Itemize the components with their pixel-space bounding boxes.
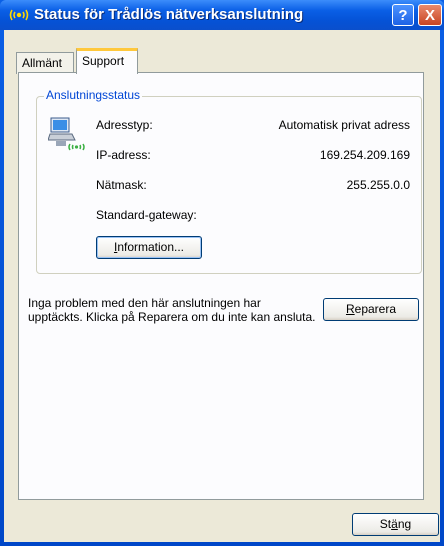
- wireless-network-icon: [9, 9, 29, 21]
- subnet-mask-label: Nätmask:: [96, 178, 147, 192]
- ip-address-value: 169.254.209.169: [319, 148, 410, 162]
- tab-general[interactable]: Allmänt: [16, 52, 74, 74]
- close-button[interactable]: Stäng: [352, 513, 439, 536]
- address-type-value: Automatisk privat adress: [278, 118, 410, 132]
- repair-message: Inga problem med den här anslutningen ha…: [28, 296, 316, 324]
- default-gateway-label: Standard-gateway:: [96, 208, 197, 222]
- subnet-mask-value: 255.255.0.0: [346, 178, 410, 192]
- repair-button[interactable]: Reparera: [323, 298, 419, 321]
- details-button-text: Information...: [113, 240, 185, 254]
- address-type-label: Adresstyp:: [96, 118, 153, 132]
- group-label: Anslutningsstatus: [44, 88, 143, 102]
- repair-button-text: Reparera: [345, 302, 397, 316]
- network-computer-icon: [48, 117, 85, 151]
- window-title: Status för Trådlös nätverksanslutning: [34, 6, 304, 23]
- close-button-text: Stäng: [379, 517, 412, 531]
- tab-support[interactable]: Support: [76, 48, 138, 74]
- close-window-button[interactable]: X: [418, 4, 442, 26]
- help-button[interactable]: ?: [392, 4, 414, 26]
- ip-address-label: IP-adress:: [96, 148, 151, 162]
- details-button[interactable]: Information...: [96, 236, 202, 259]
- dialog-window: Status för Trådlös nätverksanslutning ? …: [0, 0, 444, 546]
- title-bar[interactable]: Status för Trådlös nätverksanslutning ? …: [0, 0, 444, 30]
